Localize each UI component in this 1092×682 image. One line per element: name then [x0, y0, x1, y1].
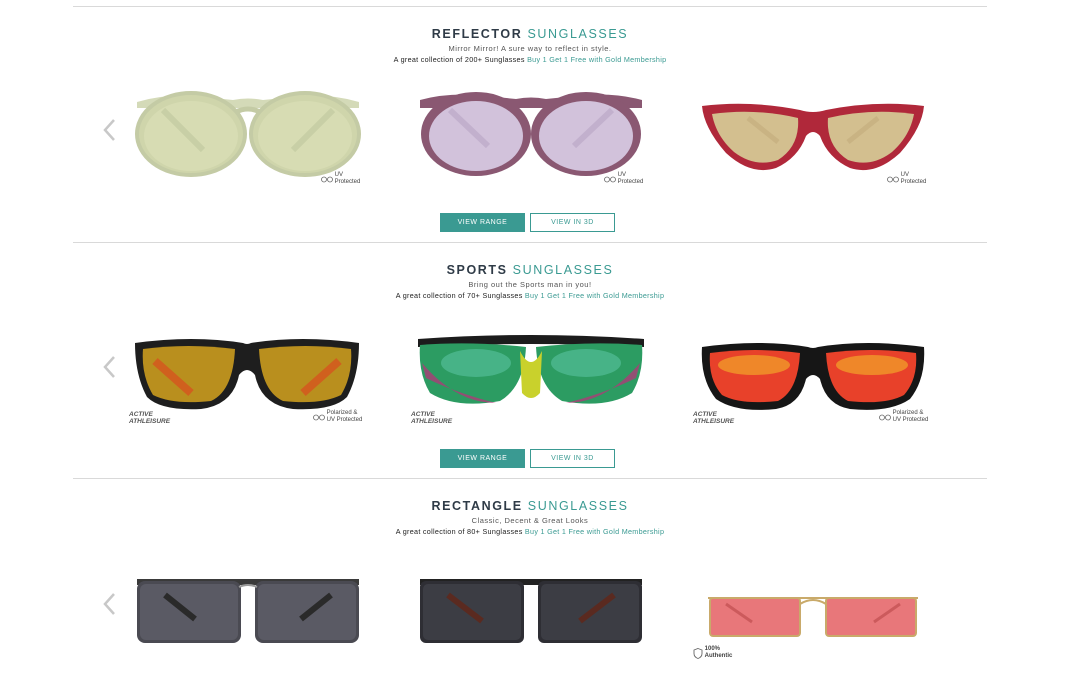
brand-line1: ACTIVE: [129, 411, 153, 418]
title-bold: SPORTS: [446, 263, 508, 277]
badge-line2: Protected: [617, 179, 644, 185]
collection-text: A great collection of 200+ Sunglasses Bu…: [73, 55, 987, 64]
sports-section: SPORTS SUNGLASSES Bring out the Sports m…: [73, 243, 987, 478]
brand-line1: ACTIVE: [693, 411, 717, 418]
badge-line2: UV Protected: [892, 417, 929, 423]
glasses-icon: [887, 176, 899, 182]
badge-line1: UV: [334, 172, 344, 178]
badge-line1: UV: [617, 172, 627, 178]
badge-line1: 100%: [704, 646, 721, 652]
product-image-gold-pink-rectangle[interactable]: [706, 592, 920, 644]
chevron-left-icon[interactable]: [100, 117, 120, 143]
reflector-section: REFLECTOR SUNGLASSES Mirror Mirror! A su…: [73, 0, 987, 240]
view-in-3d-button[interactable]: VIEW IN 3D: [530, 449, 615, 468]
brand-line2: ATHLEISURE: [129, 418, 171, 425]
offer-link[interactable]: Buy 1 Get 1 Free with Gold Membership: [525, 291, 664, 300]
badge-line1: Polarized &: [326, 410, 358, 416]
collection-text: A great collection of 80+ Sunglasses Buy…: [73, 527, 987, 536]
section-subtitle: Mirror Mirror! A sure way to reflect in …: [448, 44, 612, 53]
collection-text: A great collection of 70+ Sunglasses Buy…: [73, 291, 987, 300]
product-image-black-amber-sports[interactable]: [133, 335, 361, 415]
rectangle-section: RECTANGLE SUNGLASSES Classic, Decent & G…: [73, 479, 987, 682]
collection-count: A great collection of 200+ Sunglasses: [393, 55, 525, 64]
product-image-black-rectangle[interactable]: [418, 575, 644, 647]
badge-line2: UV Protected: [326, 417, 363, 423]
brand-line1: ACTIVE: [411, 411, 435, 418]
section-title: REFLECTOR SUNGLASSES: [73, 27, 987, 41]
view-in-3d-button[interactable]: VIEW IN 3D: [530, 213, 615, 232]
section-title: RECTANGLE SUNGLASSES: [73, 499, 987, 513]
badge-line2: Protected: [900, 179, 927, 185]
product-image-green-mirror-shield[interactable]: [416, 333, 646, 415]
authentic-badge: 100% Authentic: [693, 646, 732, 660]
glasses-icon: [313, 414, 325, 420]
brand-line2: ATHLEISURE: [693, 418, 735, 425]
product-image-sage-round[interactable]: [133, 88, 363, 183]
badge-line1: UV: [900, 172, 910, 178]
badge-line2: Protected: [334, 179, 361, 185]
title-bold: REFLECTOR: [431, 27, 523, 41]
product-image-red-cateye[interactable]: [700, 98, 926, 178]
glasses-icon: [321, 176, 333, 182]
product-image-purple-round[interactable]: [416, 88, 646, 183]
title-bold: RECTANGLE: [431, 499, 523, 513]
section-title: SPORTS SUNGLASSES: [73, 263, 987, 277]
brand-line2: ATHLEISURE: [411, 418, 453, 425]
offer-link[interactable]: Buy 1 Get 1 Free with Gold Membership: [525, 527, 664, 536]
view-range-button[interactable]: VIEW RANGE: [440, 213, 525, 232]
section-subtitle: Classic, Decent & Great Looks: [471, 516, 589, 525]
title-accent: SUNGLASSES: [512, 263, 614, 277]
brand-tag: ACTIVE ATHLEISURE: [693, 411, 734, 425]
view-range-button[interactable]: VIEW RANGE: [440, 449, 525, 468]
product-image-gunmetal-rectangle[interactable]: [135, 575, 361, 647]
uv-badge: UV Protected: [887, 172, 926, 186]
offer-link[interactable]: Buy 1 Get 1 Free with Gold Membership: [527, 55, 666, 64]
glasses-icon: [879, 414, 891, 420]
uv-badge: UV Protected: [321, 172, 360, 186]
product-image-red-mirror-wrap[interactable]: [700, 339, 926, 413]
chevron-left-icon[interactable]: [100, 591, 120, 617]
chevron-left-icon[interactable]: [100, 354, 120, 380]
polarized-badge: Polarized & UV Protected: [879, 410, 928, 424]
title-accent: SUNGLASSES: [527, 499, 629, 513]
brand-tag: ACTIVE ATHLEISURE: [411, 411, 452, 425]
polarized-badge: Polarized & UV Protected: [313, 410, 362, 424]
title-accent: SUNGLASSES: [527, 27, 629, 41]
brand-tag: ACTIVE ATHLEISURE: [129, 411, 170, 425]
collection-count: A great collection of 70+ Sunglasses: [395, 291, 523, 300]
badge-line1: Polarized &: [892, 410, 924, 416]
badge-line2: Authentic: [704, 653, 733, 659]
section-subtitle: Bring out the Sports man in you!: [468, 280, 592, 289]
glasses-icon: [604, 176, 616, 182]
shield-icon: [693, 647, 703, 659]
uv-badge: UV Protected: [604, 172, 643, 186]
collection-count: A great collection of 80+ Sunglasses: [395, 527, 523, 536]
